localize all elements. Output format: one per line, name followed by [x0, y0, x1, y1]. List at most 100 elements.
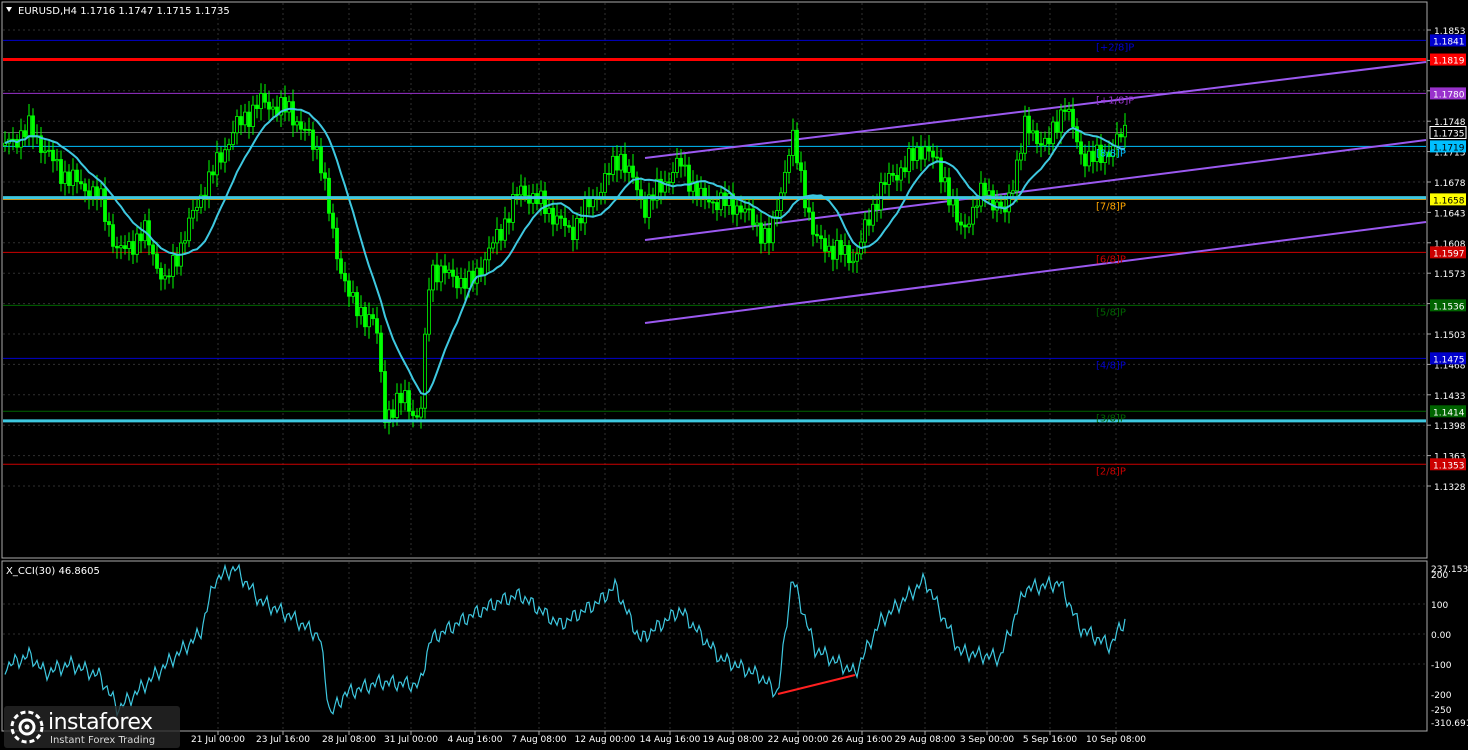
candle-body — [667, 181, 671, 184]
candle-body — [951, 198, 955, 206]
candle-body — [959, 221, 963, 226]
murrey-level-label: [+2/8]P — [1096, 42, 1134, 53]
candle-body — [795, 129, 799, 164]
candle-body — [507, 218, 511, 223]
candle-body — [715, 202, 719, 211]
candle-body — [447, 269, 451, 273]
candle-body — [439, 265, 443, 283]
candle-body — [23, 130, 27, 138]
price-tick-label: 1.1433 — [1434, 392, 1466, 402]
candle-body — [499, 228, 503, 241]
murrey-level-label: [2/8]P — [1096, 466, 1126, 477]
candle-body — [911, 148, 915, 161]
candle-body — [483, 259, 487, 276]
candle-body — [47, 149, 51, 152]
time-tick-label: 4 Aug 16:00 — [448, 735, 503, 745]
candle-body — [831, 245, 835, 260]
candle-body — [71, 169, 75, 186]
price-badge-label: 1.1597 — [1433, 249, 1465, 259]
murrey-level-label: [7/8]P — [1096, 201, 1126, 212]
candle-body — [311, 129, 315, 150]
candle-body — [643, 197, 647, 218]
candle-body — [735, 205, 739, 215]
price-chart-canvas[interactable]: [+2/8]P [+1/8]P [8/8]P [7/8]P [6/8]P [5/8]P [4… — [0, 0, 1468, 750]
candle-body — [927, 146, 931, 152]
candle-body — [315, 146, 319, 150]
cci-tick-label: 200 — [1431, 571, 1448, 581]
candle-body — [323, 172, 327, 179]
candle-body — [435, 264, 439, 283]
candle-body — [671, 172, 675, 184]
candle-body — [1119, 133, 1123, 138]
candle-body — [223, 149, 227, 163]
murrey-level-label: [3/8]P — [1096, 413, 1126, 424]
candle-body — [135, 233, 139, 255]
indicator-title: X_CCI(30) 46.8605 — [6, 566, 100, 577]
candle-body — [215, 152, 219, 176]
price-badge-label: 1.1819 — [1433, 57, 1465, 67]
candle-body — [607, 172, 611, 175]
candle-body — [627, 165, 631, 173]
candle-body — [915, 146, 919, 161]
candle-body — [1059, 109, 1063, 133]
candle-body — [1087, 150, 1091, 167]
price-badge-label: 1.1780 — [1433, 90, 1465, 100]
candle-body — [451, 269, 455, 277]
candle-body — [947, 177, 951, 206]
candle-body — [219, 152, 223, 163]
candle-body — [1115, 133, 1119, 147]
candle-body — [355, 292, 359, 317]
candle-body — [1007, 192, 1011, 213]
candle-body — [347, 280, 351, 297]
time-tick-label: 22 Aug 00:00 — [768, 735, 829, 745]
candle-body — [343, 272, 347, 282]
time-tick-label: 3 Sep 00:00 — [960, 735, 1015, 745]
candle-body — [903, 167, 907, 173]
murrey-level-label: [4/8]P — [1096, 360, 1126, 371]
candle-body — [887, 173, 891, 185]
candle-body — [375, 318, 379, 334]
candle-body — [395, 392, 399, 418]
candle-body — [331, 212, 335, 229]
candle-body — [175, 255, 179, 267]
candle-body — [235, 116, 239, 134]
candle-body — [247, 111, 251, 127]
candle-body — [335, 227, 339, 260]
candle-body — [31, 115, 35, 138]
candle-body — [767, 228, 771, 244]
candle-body — [367, 314, 371, 328]
candle-body — [675, 157, 679, 173]
candle-body — [751, 208, 755, 226]
candle-body — [727, 193, 731, 207]
candle-body — [383, 371, 387, 423]
candle-body — [67, 171, 71, 186]
candle-body — [895, 174, 899, 181]
price-tick-label: 1.1503 — [1434, 331, 1466, 341]
candle-body — [719, 192, 723, 211]
candle-body — [195, 206, 199, 211]
candle-body — [363, 306, 367, 328]
candle-body — [131, 241, 135, 255]
time-tick-label: 5 Sep 16:00 — [1023, 735, 1078, 745]
time-tick-label: 19 Aug 08:00 — [703, 735, 764, 745]
candle-body — [119, 245, 123, 249]
candle-body — [295, 121, 299, 126]
price-tick-label: 1.1573 — [1434, 270, 1466, 280]
candle-body — [999, 201, 1003, 208]
candle-body — [723, 192, 727, 207]
chart-title: EURUSD,H4 1.1716 1.1747 1.1715 1.1735 — [18, 6, 230, 17]
time-tick-label: 23 Jul 16:00 — [256, 735, 310, 745]
murrey-level-label: [8/8]P — [1096, 148, 1126, 159]
candle-body — [455, 275, 459, 289]
cci-tick-label: -310.691 — [1431, 719, 1468, 729]
candle-body — [799, 162, 803, 171]
candle-body — [139, 233, 143, 242]
candle-body — [519, 185, 523, 196]
candle-body — [427, 289, 431, 335]
candle-body — [419, 407, 423, 418]
candle-body — [1067, 108, 1071, 112]
cci-tick-label: -100 — [1431, 661, 1452, 671]
current-price-label: 1.1735 — [1433, 129, 1465, 139]
candle-body — [115, 245, 119, 249]
candle-body — [211, 171, 215, 176]
